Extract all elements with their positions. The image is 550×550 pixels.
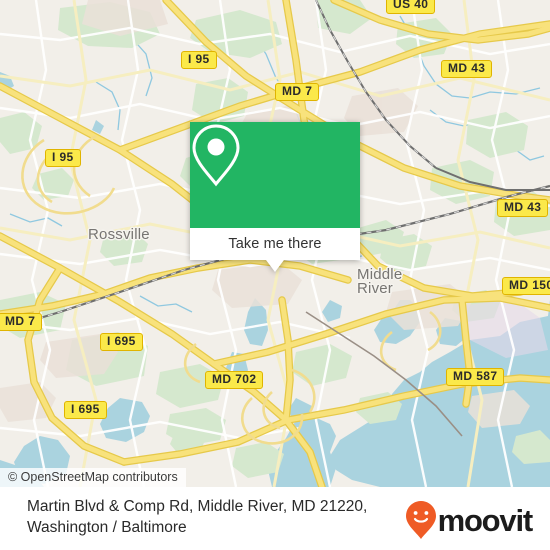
highway-shield-md-7: MD 7 bbox=[275, 83, 320, 101]
address-line-2: Washington / Baltimore bbox=[27, 519, 187, 536]
highway-shield-md-7-west: MD 7 bbox=[0, 313, 43, 331]
screenshot-root: Rossville Middle River US 40 I 95 MD 7 M… bbox=[0, 0, 550, 550]
highway-shield-i-695: I 695 bbox=[100, 333, 143, 351]
highway-shield-i-95-west: I 95 bbox=[45, 149, 81, 167]
highway-shield-md-43-east: MD 43 bbox=[497, 199, 549, 217]
highway-shield-md-587: MD 587 bbox=[446, 368, 505, 386]
moovit-logo[interactable]: moovit bbox=[405, 501, 534, 539]
footer-bar: Martin Blvd & Comp Rd, Middle River, MD … bbox=[0, 487, 550, 550]
location-address: Martin Blvd & Comp Rd, Middle River, MD … bbox=[27, 496, 397, 538]
osm-attribution[interactable]: © OpenStreetMap contributors bbox=[0, 468, 186, 487]
take-me-there-label: Take me there bbox=[228, 236, 322, 252]
highway-shield-i-95: I 95 bbox=[181, 51, 217, 69]
highway-shield-md-150: MD 150 bbox=[502, 277, 550, 295]
highway-shield-us-40: US 40 bbox=[386, 0, 436, 14]
map-canvas[interactable]: Rossville Middle River US 40 I 95 MD 7 M… bbox=[0, 0, 550, 487]
highway-shield-i-695-south: I 695 bbox=[64, 401, 107, 419]
highway-shield-md-702: MD 702 bbox=[205, 371, 264, 389]
moovit-pin-smile-icon bbox=[405, 501, 436, 539]
take-me-there-button[interactable]: Take me there bbox=[190, 228, 360, 260]
address-line-1: Martin Blvd & Comp Rd, Middle River, MD … bbox=[27, 498, 368, 515]
map-pin-icon bbox=[192, 124, 240, 187]
popup-image bbox=[190, 122, 360, 228]
map-popup-card[interactable]: Take me there bbox=[190, 122, 360, 272]
map-place-label-middle-river: Middle River bbox=[357, 266, 403, 297]
popup-tail bbox=[266, 260, 284, 272]
highway-shield-md-43: MD 43 bbox=[441, 60, 493, 78]
map-place-label-rossville: Rossville bbox=[88, 226, 150, 243]
moovit-wordmark: moovit bbox=[437, 502, 534, 538]
